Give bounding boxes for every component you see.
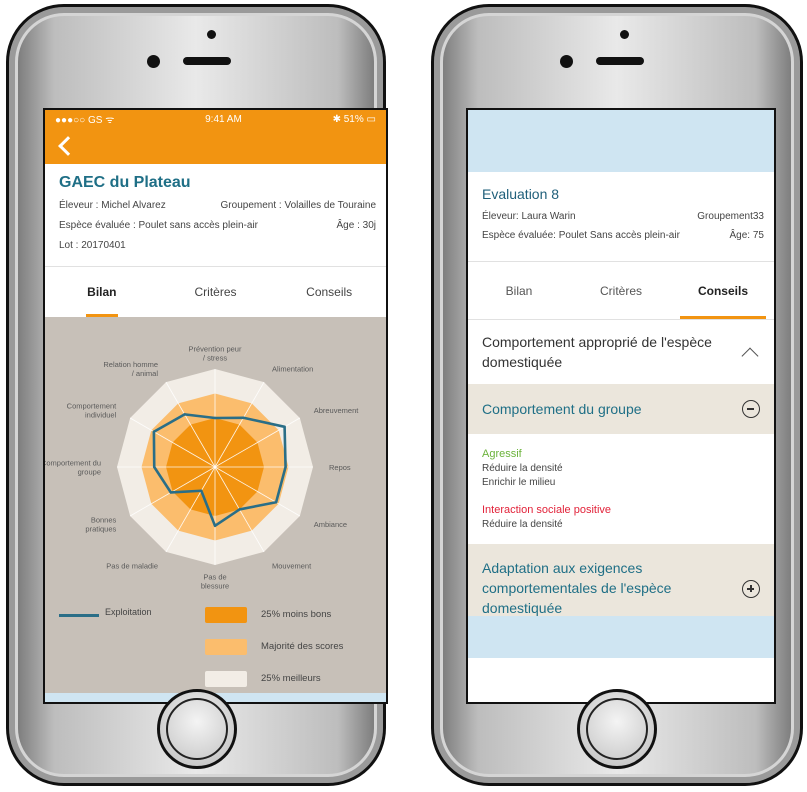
- radar-chart-area: Prévention peur / stress Alimentation Abreu…: [45, 317, 386, 702]
- proximity-sensor-icon: [620, 30, 629, 39]
- carrier-signal: ●●●○○ GS ᯤ: [55, 115, 115, 126]
- radar-point-exploitation: [283, 425, 286, 429]
- group-title: Comportement du groupe: [482, 401, 642, 417]
- screen-left: ●●●○○ GS ᯤ 9:41 AM ✱ 51% ▭ GAEC du Plate…: [43, 108, 388, 704]
- advice-label-interaction: Interaction sociale positive: [482, 504, 612, 516]
- radar-axis-label: Comportement du groupe: [45, 459, 101, 477]
- eleveur-text: Éleveur: Laura Warin: [482, 211, 576, 222]
- age-text: Âge: 75: [729, 230, 764, 241]
- battery-status: ✱ 51% ▭: [332, 113, 376, 125]
- back-arrow-icon[interactable]: [58, 136, 78, 156]
- radar-axis-label: Abreuvement: [314, 406, 360, 415]
- radar-chart: Prévention peur / stress Alimentation Abreu…: [45, 345, 360, 591]
- legend-label-majority: Majorité des scores: [261, 641, 344, 652]
- radar-axis-label: Pas de blessure: [201, 573, 229, 591]
- radar-axis-label: Pas de maladie: [106, 562, 158, 571]
- advice-line: Réduire la densité: [482, 463, 563, 474]
- phone-right: Evaluation 8 Éleveur: Laura Warin Groupe…: [431, 4, 803, 786]
- farm-card: GAEC du Plateau Éleveur : Michel Alvarez…: [45, 164, 386, 267]
- legend-line-exploitation: [59, 614, 99, 617]
- farm-meta-row-3: Lot : 20170401: [59, 240, 376, 251]
- home-button-ring: [166, 698, 228, 760]
- legend-label-best: 25% meilleurs: [261, 673, 321, 684]
- radar-point-exploitation: [153, 465, 156, 469]
- expand-plus-icon[interactable]: [742, 580, 760, 598]
- radar-point-exploitation: [238, 508, 241, 511]
- screen-right: Evaluation 8 Éleveur: Laura Warin Groupe…: [466, 108, 776, 704]
- speaker-icon: [596, 57, 644, 65]
- radar-point-exploitation: [183, 413, 186, 416]
- advice-list: Agressif Réduire la densité Enrichir le …: [468, 434, 774, 544]
- section-header[interactable]: Comportement approprié de l'espèce domes…: [468, 320, 774, 384]
- adaptation-accordion-header[interactable]: Adaptation aux exigences comportementale…: [468, 544, 774, 616]
- group-accordion-header[interactable]: Comportement du groupe: [468, 384, 774, 434]
- radar-axis-label: Repos: [329, 463, 351, 472]
- evaluation-row-1: Éleveur: Laura Warin Groupement33: [482, 211, 764, 222]
- advice-label-agressif: Agressif: [482, 448, 522, 460]
- radar-axis-label: Relation homme / animal: [103, 360, 158, 378]
- radar-point-exploitation: [169, 491, 173, 494]
- farm-meta-row-1: Éleveur : Michel Alvarez Groupement : Vo…: [59, 200, 376, 211]
- radar-axis-label: Alimentation: [272, 364, 313, 373]
- legend-swatch-best: [205, 671, 247, 687]
- tab-conseils[interactable]: Conseils: [672, 262, 774, 319]
- evaluation-title: Evaluation 8: [482, 186, 560, 202]
- legend-swatch-worst: [205, 607, 247, 623]
- groupement-text: Groupement : Volailles de Touraine: [220, 200, 376, 211]
- radar-axis-label: Ambiance: [314, 520, 347, 529]
- collapse-minus-icon[interactable]: [742, 400, 760, 418]
- radar-axis-label: Prévention peur / stress: [189, 345, 242, 363]
- radar-point-exploitation: [274, 501, 278, 504]
- tab-criteres[interactable]: Critères: [159, 267, 273, 317]
- camera-icon: [560, 55, 573, 68]
- tab-criteres[interactable]: Critères: [570, 262, 672, 319]
- radar-point-exploitation: [213, 524, 217, 527]
- legend-label-worst: 25% moins bons: [261, 609, 332, 620]
- bottom-blue-area: [468, 616, 774, 658]
- advice-line: Enrichir le milieu: [482, 477, 556, 488]
- home-button-ring: [586, 698, 648, 760]
- radar-axis-label: Comportement individuel: [67, 402, 118, 420]
- adaptation-title: Adaptation aux exigences comportementale…: [482, 560, 672, 616]
- tab-bilan[interactable]: Bilan: [45, 267, 159, 317]
- speaker-icon: [183, 57, 231, 65]
- radar-point-exploitation: [284, 465, 287, 469]
- tab-conseils[interactable]: Conseils: [272, 267, 386, 317]
- age-text: Âge : 30j: [336, 220, 376, 231]
- top-blue-area: [468, 110, 774, 172]
- chevron-up-icon[interactable]: [741, 347, 759, 365]
- status-bar: ●●●○○ GS ᯤ 9:41 AM ✱ 51% ▭: [45, 110, 386, 128]
- camera-icon: [147, 55, 160, 68]
- status-time: 9:41 AM: [205, 113, 242, 125]
- radar-axis-label: Mouvement: [272, 562, 312, 571]
- section-title: Comportement approprié de l'espèce domes…: [482, 334, 712, 370]
- tab-bilan[interactable]: Bilan: [468, 262, 570, 319]
- espece-text: Espèce évaluée : Poulet sans accès plein…: [59, 220, 259, 231]
- tab-bar: Bilan Critères Conseils: [45, 267, 386, 317]
- evaluation-row-2: Espèce évaluée: Poulet Sans accès plein-…: [482, 230, 764, 241]
- radar-axis-label: Bonnes pratiques: [85, 516, 116, 534]
- tab-bar: Bilan Critères Conseils: [468, 262, 774, 320]
- radar-point-exploitation: [152, 430, 156, 433]
- phone-left: ●●●○○ GS ᯤ 9:41 AM ✱ 51% ▭ GAEC du Plate…: [6, 4, 388, 786]
- proximity-sensor-icon: [207, 30, 216, 39]
- nav-bar: [45, 128, 386, 164]
- lot-text: Lot : 20170401: [59, 240, 126, 251]
- radar-point-exploitation: [213, 416, 217, 420]
- groupement-text: Groupement33: [697, 211, 764, 222]
- espece-text: Espèce évaluée: Poulet Sans accès plein-…: [482, 230, 680, 241]
- eleveur-text: Éleveur : Michel Alvarez: [59, 200, 166, 211]
- home-button[interactable]: [577, 689, 657, 769]
- evaluation-card: Evaluation 8 Éleveur: Laura Warin Groupe…: [468, 172, 774, 262]
- radar-point-exploitation: [242, 416, 245, 419]
- home-button[interactable]: [157, 689, 237, 769]
- stage: ●●●○○ GS ᯤ 9:41 AM ✱ 51% ▭ GAEC du Plate…: [0, 0, 807, 792]
- legend-label-exploitation: Exploitation: [105, 607, 152, 617]
- legend-swatch-majority: [205, 639, 247, 655]
- radar-point-exploitation: [200, 489, 203, 492]
- advice-line: Réduire la densité: [482, 519, 563, 530]
- farm-title: GAEC du Plateau: [59, 174, 191, 191]
- farm-meta-row-2: Espèce évaluée : Poulet sans accès plein…: [59, 220, 376, 231]
